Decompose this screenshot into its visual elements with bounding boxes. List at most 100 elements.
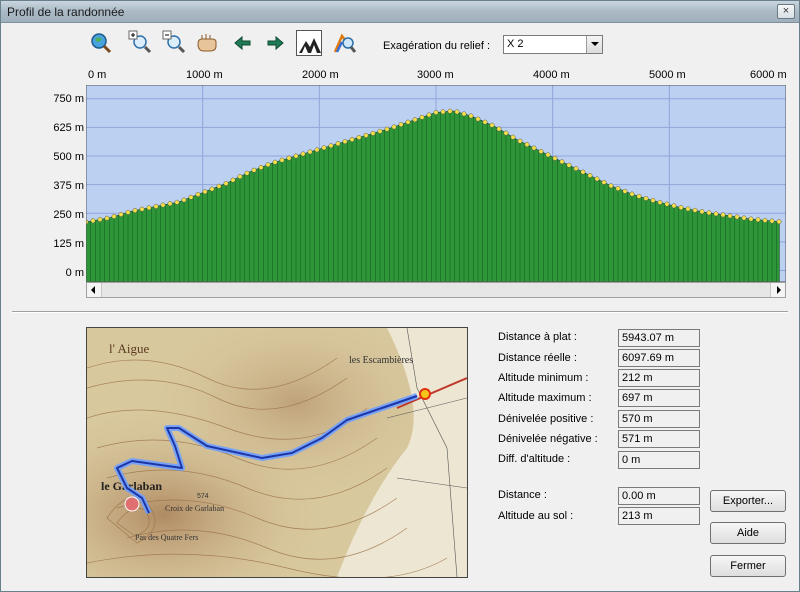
profile-point[interactable] — [377, 128, 383, 134]
profile-point[interactable] — [272, 159, 278, 165]
profile-point[interactable] — [104, 215, 110, 221]
profile-point[interactable] — [657, 199, 663, 205]
profile-point[interactable] — [251, 167, 257, 173]
profile-point[interactable] — [713, 211, 719, 217]
arrow-right-icon[interactable] — [262, 30, 288, 56]
profile-point[interactable] — [146, 205, 152, 211]
profile-point[interactable] — [279, 157, 285, 163]
profile-point[interactable] — [188, 194, 194, 200]
profile-point[interactable] — [405, 119, 411, 125]
profile-point[interactable] — [286, 155, 292, 161]
profile-point[interactable] — [118, 211, 124, 217]
profile-point[interactable] — [545, 152, 551, 158]
profile-point[interactable] — [300, 151, 306, 157]
profile-point[interactable] — [755, 217, 761, 223]
profile-point[interactable] — [643, 195, 649, 201]
profile-point[interactable] — [97, 217, 103, 222]
profile-point[interactable] — [496, 126, 502, 132]
profile-point[interactable] — [475, 116, 481, 122]
profile-point[interactable] — [132, 208, 138, 213]
title-bar[interactable]: Profil de la randonnée × — [1, 1, 799, 23]
profile-point[interactable] — [699, 209, 705, 215]
profile-point[interactable] — [524, 142, 530, 148]
profile-point[interactable] — [503, 130, 509, 136]
profile-point[interactable] — [174, 199, 180, 205]
profile-point[interactable] — [636, 193, 642, 199]
profile-point[interactable] — [573, 166, 579, 172]
profile-point[interactable] — [769, 218, 775, 224]
chevron-down-icon[interactable] — [586, 36, 602, 53]
profile-point[interactable] — [559, 159, 565, 165]
export-button[interactable]: Exporter... — [710, 490, 786, 512]
profile-point[interactable] — [538, 148, 544, 154]
profile-point[interactable] — [314, 147, 320, 153]
scroll-right-button[interactable] — [770, 283, 785, 297]
profile-point[interactable] — [230, 177, 236, 183]
profile-point[interactable] — [202, 189, 208, 195]
profile-point[interactable] — [622, 188, 628, 194]
profile-point[interactable] — [489, 122, 495, 128]
close-button[interactable]: Fermer — [710, 555, 786, 577]
profile-point[interactable] — [531, 145, 537, 151]
profile-point[interactable] — [454, 109, 460, 115]
profile-point[interactable] — [678, 205, 684, 211]
relief-view-icon[interactable] — [296, 30, 322, 56]
profile-point[interactable] — [552, 155, 558, 161]
profile-point[interactable] — [608, 183, 614, 189]
profile-point[interactable] — [209, 186, 215, 192]
profile-point[interactable] — [426, 112, 432, 118]
profile-point[interactable] — [321, 145, 327, 151]
profile-point[interactable] — [566, 162, 572, 168]
profile-point[interactable] — [265, 162, 271, 168]
profile-point[interactable] — [741, 215, 747, 221]
profile-point[interactable] — [482, 119, 488, 125]
profile-point[interactable] — [370, 130, 376, 136]
profile-point[interactable] — [419, 114, 425, 120]
profile-point[interactable] — [216, 183, 222, 189]
help-button[interactable]: Aide — [710, 522, 786, 544]
zoom-out-icon[interactable] — [162, 30, 188, 56]
profile-point[interactable] — [776, 219, 782, 225]
profile-point[interactable] — [363, 132, 369, 138]
profile-point[interactable] — [356, 135, 362, 140]
profile-point[interactable] — [720, 212, 726, 218]
profile-point[interactable] — [748, 216, 754, 222]
profile-point[interactable] — [650, 198, 656, 203]
profile-point[interactable] — [580, 169, 586, 175]
profile-point[interactable] — [734, 214, 740, 220]
elevation-profile-chart[interactable] — [86, 85, 786, 282]
profile-point[interactable] — [517, 138, 523, 144]
close-window-button[interactable]: × — [777, 4, 795, 19]
profile-point[interactable] — [412, 117, 418, 123]
start-marker[interactable] — [419, 388, 431, 400]
profile-point[interactable] — [615, 186, 621, 191]
profile-horizontal-scrollbar[interactable] — [86, 282, 786, 298]
profile-point[interactable] — [111, 214, 117, 219]
profile-point[interactable] — [594, 176, 600, 182]
route-map[interactable]: l' Aigue les Escambières le Garlaban Cro… — [86, 327, 468, 578]
profile-point[interactable] — [727, 213, 733, 219]
profile-point[interactable] — [685, 206, 691, 212]
profile-point[interactable] — [468, 113, 474, 119]
profile-point[interactable] — [90, 218, 96, 224]
profile-point[interactable] — [153, 203, 159, 209]
exaggeration-select[interactable]: X 2 — [503, 35, 603, 54]
profile-point[interactable] — [328, 143, 334, 149]
profile-point[interactable] — [349, 137, 355, 142]
profile-point[interactable] — [433, 110, 439, 115]
profile-point[interactable] — [125, 209, 131, 215]
profile-point[interactable] — [258, 165, 264, 170]
hand-pan-icon[interactable] — [194, 30, 220, 56]
profile-point[interactable] — [587, 173, 593, 178]
profile-point[interactable] — [671, 203, 677, 209]
profile-point[interactable] — [706, 210, 712, 216]
profile-point[interactable] — [307, 149, 313, 155]
profile-point[interactable] — [244, 170, 250, 176]
profile-point[interactable] — [181, 197, 187, 203]
profile-point[interactable] — [167, 201, 173, 207]
profile-point[interactable] — [440, 109, 446, 115]
zoom-in-icon[interactable] — [128, 30, 154, 56]
profile-point[interactable] — [461, 111, 467, 117]
zoom-globe-icon[interactable] — [88, 30, 114, 56]
scroll-left-button[interactable] — [87, 283, 102, 297]
